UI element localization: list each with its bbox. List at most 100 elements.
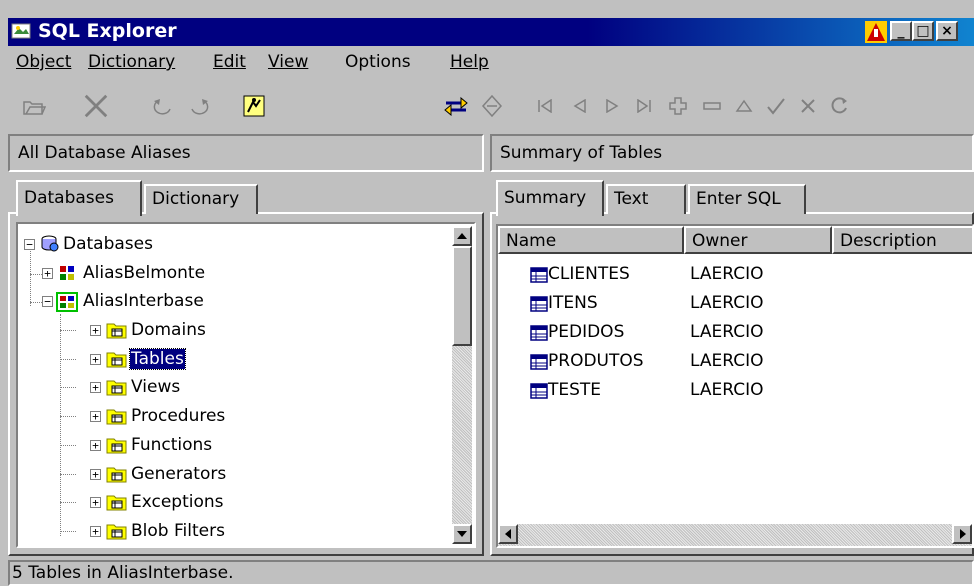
folder-icon [106,352,127,368]
edit-icon[interactable] [730,92,758,120]
title-bar[interactable]: SQL Explorer _ □ × [8,18,974,46]
insert-icon[interactable] [664,92,692,120]
status-text: 5 Tables in AliasInterbase. [12,563,234,583]
left-header-label: All Database Aliases [18,143,191,163]
delete-icon[interactable] [82,92,110,120]
table-row[interactable]: ITENS LAERCIO [498,291,958,319]
expand-toggle[interactable]: + [90,353,101,365]
table-name: PRODUTOS [548,351,644,371]
table-icon [530,325,548,341]
redo-icon[interactable] [184,92,212,120]
undo-icon[interactable] [150,92,178,120]
sql-explorer-window: SQL Explorer _ □ × Object Dictionary Edi… [0,0,974,586]
close-button[interactable]: × [936,21,958,41]
scroll-right-button[interactable] [952,524,972,544]
sync-icon[interactable] [478,92,506,120]
maximize-button[interactable]: □ [912,21,934,41]
expand-toggle[interactable]: + [90,525,101,537]
tree-alias-belmonte[interactable]: + AliasBelmonte [18,261,418,287]
run-icon[interactable] [240,92,268,120]
folder-icon [106,467,127,482]
tree-node-views[interactable]: + Views [18,375,438,401]
toolbar [8,82,974,130]
table-row[interactable]: CLIENTES LAERCIO [498,262,958,290]
tree-node-domains[interactable]: + Domains [18,318,438,344]
expand-toggle[interactable]: + [42,268,53,279]
right-header: Summary of Tables [490,134,974,172]
tree-node-functions[interactable]: + Functions [18,433,438,459]
column-header-owner[interactable]: Owner [684,226,832,254]
menu-help[interactable]: Help [450,52,489,72]
tree-scrollbar[interactable] [452,226,472,544]
table-icon [530,383,548,399]
collapse-toggle[interactable]: − [42,296,53,307]
cancel-icon[interactable] [794,92,822,120]
tab-text[interactable]: Text [606,184,686,214]
window-title: SQL Explorer [38,20,177,42]
scroll-thumb[interactable] [452,246,472,346]
folder-icon [106,409,127,425]
open-icon[interactable] [20,92,48,120]
table-owner: LAERCIO [690,264,764,284]
tree-node-exceptions[interactable]: + Exceptions [18,490,438,516]
refresh-icon[interactable] [442,92,470,120]
menu-options[interactable]: Options [345,52,411,72]
menu-view[interactable]: View [268,52,308,72]
first-icon[interactable] [531,92,559,120]
tree-node-procedures[interactable]: + Procedures [18,404,438,430]
tables-list: Name Owner Description CLIENTES LAERCIO IT… [496,224,974,548]
prior-icon[interactable] [566,92,594,120]
minimize-button[interactable]: _ [890,21,912,41]
table-icon [530,354,548,370]
table-name: TESTE [548,380,602,400]
column-header-name[interactable]: Name [498,226,684,254]
alias-icon [60,266,74,280]
expand-toggle[interactable]: + [90,382,101,394]
table-owner: LAERCIO [690,351,764,371]
collapse-toggle[interactable]: − [24,239,35,250]
database-tree: − Databases + AliasBelmonte − AliasInter… [16,222,476,548]
tab-summary[interactable]: Summary [496,180,604,216]
table-row[interactable]: TESTE LAERCIO [498,378,958,406]
expand-toggle[interactable]: + [90,411,101,423]
tab-enter-sql[interactable]: Enter SQL [688,184,806,214]
left-header: All Database Aliases [8,134,484,172]
right-header-label: Summary of Tables [500,143,663,163]
next-icon[interactable] [598,92,626,120]
scroll-left-button[interactable] [498,524,518,544]
remove-icon[interactable] [698,92,726,120]
expand-toggle[interactable]: + [90,468,101,480]
table-name: ITENS [548,293,598,313]
expand-toggle[interactable]: + [90,497,101,509]
folder-icon [106,495,127,511]
menu-object[interactable]: Object [16,52,71,72]
tree-node-tables[interactable]: + Tables [18,347,438,373]
table-owner: LAERCIO [690,380,764,400]
tree-root-databases[interactable]: − Databases [18,232,418,258]
last-icon[interactable] [630,92,658,120]
tree-alias-interbase[interactable]: − AliasInterbase [18,289,418,315]
menu-edit[interactable]: Edit [213,52,246,72]
menu-dictionary[interactable]: Dictionary [88,52,175,72]
tab-databases[interactable]: Databases [16,180,142,216]
list-hscrollbar[interactable] [498,524,972,546]
table-row[interactable]: PEDIDOS LAERCIO [498,320,958,348]
app-icon [11,23,31,39]
folder-icon [106,524,127,540]
reload-icon[interactable] [826,92,854,120]
column-header-description[interactable]: Description [832,226,972,254]
help-context-icon[interactable] [864,20,888,44]
scroll-up-button[interactable] [452,226,472,246]
tree-node-generators[interactable]: + Generators [18,462,438,488]
expand-toggle[interactable]: + [90,439,101,451]
folder-icon [106,323,127,339]
tab-dictionary[interactable]: Dictionary [144,184,258,214]
folder-icon [106,380,127,396]
table-name: PEDIDOS [548,322,625,342]
expand-toggle[interactable]: + [90,325,101,336]
table-row[interactable]: PRODUTOS LAERCIO [498,349,958,377]
post-icon[interactable] [762,92,790,120]
scroll-down-button[interactable] [452,524,472,544]
databases-icon [41,235,59,252]
tree-node-blob-filters[interactable]: + Blob Filters [18,519,438,545]
